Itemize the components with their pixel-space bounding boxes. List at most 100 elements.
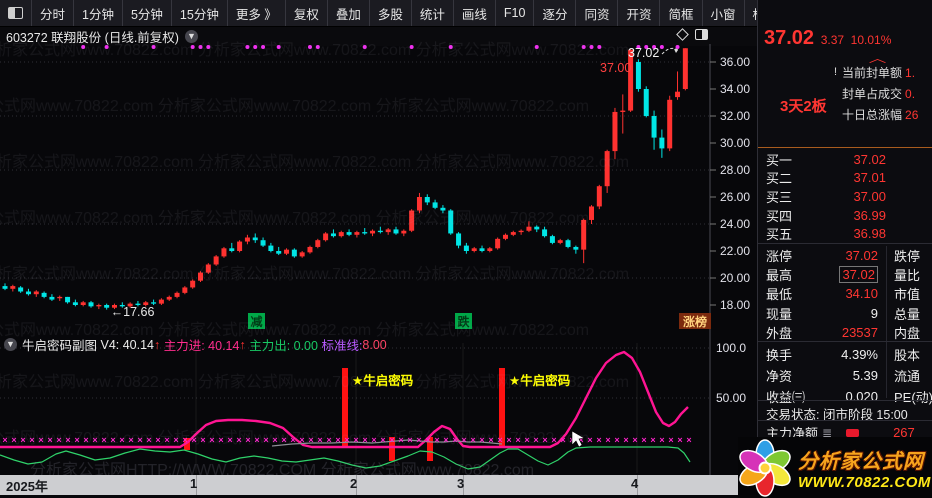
detail-row: 现量 9 总量 bbox=[766, 305, 921, 322]
menu-item-10[interactable]: 画线 bbox=[454, 0, 496, 26]
detail-table-2: 换手 4.39% 股本 净资 5.39 流通 收益㈢ 0.020 PE(动) bbox=[766, 344, 932, 407]
svg-text:×: × bbox=[488, 435, 493, 445]
svg-text:×: × bbox=[353, 435, 358, 445]
quote-sidebar: 37.02 3.37 10.01% ︿ ! 当前封单额 1. 封单占成交 0. 十日总涨… bbox=[757, 0, 932, 498]
svg-text:涨榜: 涨榜 bbox=[683, 314, 707, 329]
svg-text:×: × bbox=[659, 435, 664, 445]
chevron-down-icon[interactable]: ▼ bbox=[184, 30, 198, 43]
detail-row: 换手 4.39% 股本 bbox=[766, 347, 921, 363]
panel-toggle-icon[interactable] bbox=[695, 29, 708, 40]
layout-toggle-button[interactable] bbox=[0, 0, 32, 26]
menu-item-2[interactable]: 1分钟 bbox=[74, 0, 123, 26]
menu-item-4[interactable]: 15分钟 bbox=[172, 0, 228, 26]
menu-item-3[interactable]: 5分钟 bbox=[123, 0, 172, 26]
menu-item-9[interactable]: 统计 bbox=[412, 0, 454, 26]
menu-item-12[interactable]: 逐分 bbox=[534, 0, 577, 26]
svg-text:×: × bbox=[677, 435, 682, 445]
order-book-row[interactable]: 买三 37.00 bbox=[766, 187, 926, 206]
svg-text:×: × bbox=[317, 435, 322, 445]
order-book-row[interactable]: 买五 36.98 bbox=[766, 224, 926, 243]
menu-item-1[interactable]: 分时 bbox=[32, 0, 75, 26]
price-change-pct: 10.01% bbox=[850, 33, 892, 47]
svg-text:×: × bbox=[479, 435, 484, 445]
svg-text:20.00: 20.00 bbox=[720, 271, 750, 285]
limit-info-row: 十日总涨幅 26 bbox=[842, 107, 919, 123]
svg-text:×: × bbox=[389, 435, 394, 445]
svg-text:×: × bbox=[416, 435, 421, 445]
svg-text:×: × bbox=[83, 435, 88, 445]
price-row: 37.02 3.37 10.01% bbox=[764, 27, 891, 50]
menu-item-16[interactable]: 小窗 bbox=[703, 0, 745, 26]
svg-text:×: × bbox=[344, 435, 349, 445]
top-menu-bar: 分时1分钟5分钟15分钟更多 》复权叠加多股统计画线F10逐分同资开资简框小窗标… bbox=[0, 0, 878, 27]
svg-text:×: × bbox=[263, 435, 268, 445]
svg-text:×: × bbox=[623, 435, 628, 445]
svg-text:37.02: 37.02 bbox=[628, 46, 659, 60]
order-book-row[interactable]: 买四 36.99 bbox=[766, 206, 926, 225]
detail-row: 涨停 37.02 跌停 bbox=[766, 248, 921, 265]
menu-item-5[interactable]: 更多 》 bbox=[228, 0, 286, 26]
svg-text:×: × bbox=[200, 435, 205, 445]
svg-text:×: × bbox=[164, 435, 169, 445]
svg-text:×: × bbox=[119, 435, 124, 445]
detail-row: 净资 5.39 流通 bbox=[766, 368, 921, 384]
svg-text:×: × bbox=[155, 435, 160, 445]
menu-item-8[interactable]: 多股 bbox=[370, 0, 412, 26]
indicator-subchart[interactable]: 100.0 50.00 × × × × × × × × × × × × × × × × × × × × × × × × × × × × × ×… bbox=[0, 335, 757, 475]
svg-text:50.00: 50.00 bbox=[716, 391, 746, 405]
svg-text:×: × bbox=[443, 435, 448, 445]
svg-text:×: × bbox=[551, 435, 556, 445]
svg-text:×: × bbox=[515, 435, 520, 445]
svg-text:×: × bbox=[371, 435, 376, 445]
svg-text:26.00: 26.00 bbox=[720, 190, 750, 204]
menu-item-7[interactable]: 叠加 bbox=[328, 0, 370, 26]
menu-item-13[interactable]: 同资 bbox=[576, 0, 619, 26]
main-candlestick-chart[interactable]: 36.00 34.00 32.00 30.00 28.00 26.00 24.00 22.00… bbox=[0, 44, 757, 335]
svg-text:34.00: 34.00 bbox=[720, 82, 750, 96]
svg-text:×: × bbox=[398, 435, 403, 445]
indicator-header: ▼ 牛启密码副图 V4: 40.14 ↑ 主力进: 40.14 ↑ 主力出: 0.0… bbox=[4, 337, 387, 353]
svg-text:×: × bbox=[650, 435, 655, 445]
menu-item-6[interactable]: 复权 bbox=[286, 0, 328, 26]
svg-text:×: × bbox=[407, 435, 412, 445]
menu-item-14[interactable]: 开资 bbox=[618, 0, 661, 26]
time-axis-label: 4 bbox=[631, 476, 639, 491]
site-logo[interactable]: 分析家公式网 WWW.70822.COM bbox=[738, 437, 932, 498]
order-book-row[interactable]: 买一 37.02 bbox=[766, 150, 926, 169]
logo-url: WWW.70822.COM bbox=[798, 473, 931, 491]
svg-text:×: × bbox=[335, 435, 340, 445]
svg-text:×: × bbox=[101, 435, 106, 445]
svg-text:×: × bbox=[560, 435, 565, 445]
svg-text:×: × bbox=[533, 435, 538, 445]
svg-text:←17.66: ←17.66 bbox=[111, 305, 155, 319]
detail-row: 最低 34.10 市值 bbox=[766, 286, 921, 303]
svg-text:×: × bbox=[65, 435, 70, 445]
svg-text:×: × bbox=[191, 435, 196, 445]
menu-item-15[interactable]: 简框 bbox=[660, 0, 703, 26]
flower-logo-icon bbox=[739, 438, 791, 497]
detail-table: 涨停 37.02 跌停 最高 37.02 量比 最低 34.10 市值 现量 9 总量 外盘 23537 内… bbox=[766, 246, 932, 342]
svg-text:×: × bbox=[92, 435, 97, 445]
svg-text:100.0: 100.0 bbox=[716, 341, 746, 355]
limit-info-row: 当前封单额 1. bbox=[842, 65, 916, 81]
svg-text:×: × bbox=[587, 435, 592, 445]
svg-text:×: × bbox=[497, 435, 502, 445]
order-book-row[interactable]: 买二 37.01 bbox=[766, 169, 926, 188]
svg-text:×: × bbox=[146, 435, 151, 445]
time-axis: 2025年 1 2 3 4 bbox=[0, 475, 757, 495]
svg-text:37.00: 37.00 bbox=[600, 61, 631, 75]
svg-text:×: × bbox=[605, 435, 610, 445]
svg-text:×: × bbox=[20, 435, 25, 445]
svg-text:×: × bbox=[56, 435, 61, 445]
indicator-header-part: 标准线: bbox=[317, 339, 363, 353]
svg-text:24.00: 24.00 bbox=[720, 217, 750, 231]
svg-text:×: × bbox=[299, 435, 304, 445]
trading-app-window: 分时1分钟5分钟15分钟更多 》复权叠加多股统计画线F10逐分同资开资简框小窗标… bbox=[0, 0, 932, 498]
svg-text:×: × bbox=[290, 435, 295, 445]
menu-item-11[interactable]: F10 bbox=[496, 0, 535, 26]
diamond-marker-icon[interactable] bbox=[676, 28, 689, 41]
svg-text:×: × bbox=[11, 435, 16, 445]
collapse-indicator-icon[interactable]: ▼ bbox=[4, 338, 17, 351]
svg-text:×: × bbox=[668, 435, 673, 445]
svg-text:×: × bbox=[236, 435, 241, 445]
